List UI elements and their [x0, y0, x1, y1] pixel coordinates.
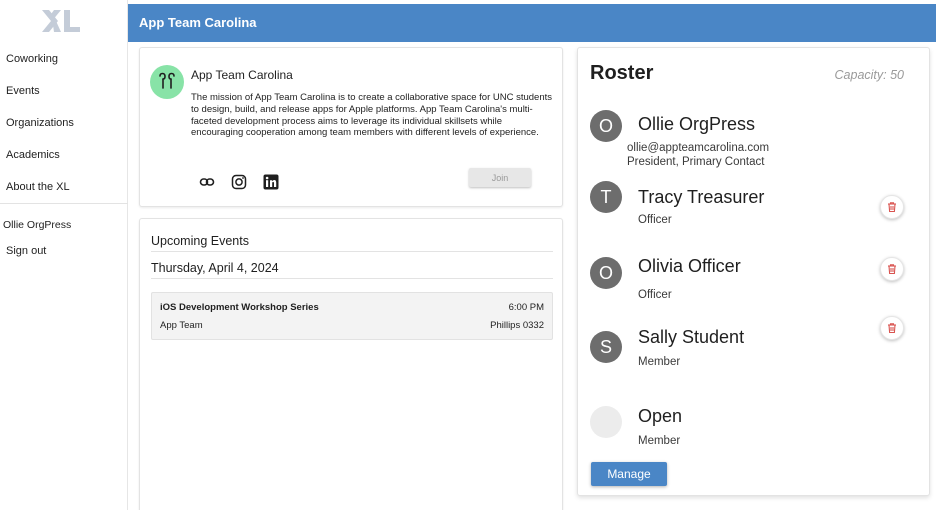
sidebar-item-about[interactable]: About the XL — [6, 181, 70, 193]
delete-member-button[interactable] — [880, 257, 904, 281]
avatar: O — [590, 110, 622, 142]
organization-card: App Team Carolina The mission of App Tea… — [139, 47, 563, 207]
member-role: Officer — [638, 214, 672, 226]
delete-member-button[interactable] — [880, 316, 904, 340]
join-button[interactable]: Join — [469, 168, 531, 187]
delete-member-button[interactable] — [880, 195, 904, 219]
trash-icon — [888, 323, 896, 334]
event-location: Phillips 0332 — [490, 320, 544, 331]
member-name: Open — [638, 406, 683, 426]
sidebar-item-coworking[interactable]: Coworking — [6, 53, 58, 65]
events-date-heading: Thursday, April 4, 2024 — [151, 261, 279, 275]
event-time: 6:00 PM — [508, 302, 544, 313]
avatar: O — [590, 257, 622, 289]
roster-card: Roster Capacity: 50 O Ollie OrgPress oll… — [577, 47, 930, 496]
organization-name: App Team Carolina — [191, 68, 293, 82]
sidebar: Coworking Events Organizations Academics… — [0, 0, 128, 510]
member-name: Olivia Officer — [638, 256, 741, 276]
capacity-label: Capacity: 50 — [834, 68, 904, 82]
member-email: ollie@appteamcarolina.com — [627, 142, 770, 154]
avatar: S — [590, 331, 622, 363]
member-name: Ollie OrgPress — [638, 114, 756, 134]
member-role: Member — [638, 435, 681, 447]
avatar: T — [590, 181, 622, 213]
sidebar-item-events[interactable]: Events — [6, 85, 40, 97]
upcoming-events-card: Upcoming Events Thursday, April 4, 2024 … — [139, 218, 563, 510]
divider — [151, 251, 553, 252]
event-name: iOS Development Workshop Series — [160, 302, 319, 313]
xl-logo-icon[interactable] — [40, 8, 82, 34]
member-role: Member — [638, 356, 681, 368]
sign-out-link[interactable]: Sign out — [6, 245, 46, 257]
airpods-icon — [150, 65, 184, 99]
trash-icon — [888, 264, 896, 275]
instagram-icon[interactable] — [230, 173, 248, 191]
event-item[interactable]: iOS Development Workshop Series 6:00 PM … — [151, 292, 553, 340]
manage-button[interactable]: Manage — [591, 462, 667, 486]
sidebar-user-name[interactable]: Ollie OrgPress — [3, 219, 71, 231]
member-role: Officer — [638, 289, 672, 301]
organization-description: The mission of App Team Carolina is to c… — [191, 92, 552, 139]
member-name: Tracy Treasurer — [638, 187, 765, 207]
sidebar-item-organizations[interactable]: Organizations — [6, 117, 74, 129]
event-organization: App Team — [160, 320, 203, 331]
sidebar-item-academics[interactable]: Academics — [6, 149, 60, 161]
upcoming-events-title: Upcoming Events — [151, 234, 249, 248]
trash-icon — [888, 202, 896, 213]
member-role: President, Primary Contact — [627, 156, 765, 168]
member-name: Sally Student — [638, 327, 745, 347]
roster-title: Roster — [590, 62, 654, 84]
linkedin-icon[interactable] — [262, 173, 280, 191]
sidebar-divider — [0, 203, 128, 204]
divider — [151, 278, 553, 279]
link-icon[interactable] — [198, 173, 216, 191]
page-title: App Team Carolina — [139, 15, 257, 30]
page-header: App Team Carolina — [128, 4, 936, 42]
avatar — [590, 406, 622, 438]
